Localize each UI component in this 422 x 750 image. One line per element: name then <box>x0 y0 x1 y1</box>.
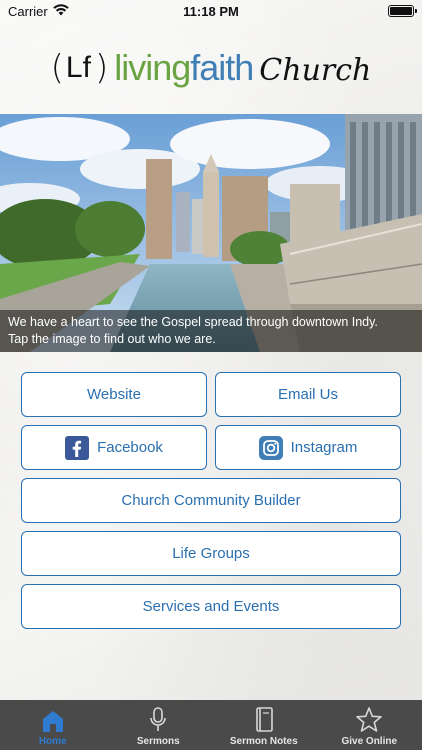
email-us-button[interactable]: Email Us <box>215 372 401 417</box>
facebook-icon <box>65 435 90 460</box>
status-bar: Carrier 11:18 PM <box>0 0 422 22</box>
microphone-icon <box>150 707 167 731</box>
facebook-button-label: Facebook <box>97 439 163 456</box>
website-button-label: Website <box>87 386 141 403</box>
website-button[interactable]: Website <box>21 372 207 417</box>
tab-sermon-notes-label: Sermon Notes <box>229 736 298 747</box>
tab-sermons[interactable]: Sermons <box>106 700 212 750</box>
tab-give-online-label: Give Online <box>341 736 398 747</box>
battery-icon <box>388 5 417 17</box>
facebook-button[interactable]: Facebook <box>21 425 207 470</box>
church-logo: ( Lf ) living faith Church <box>0 38 422 98</box>
logo-living: living <box>114 47 191 88</box>
status-time: 11:18 PM <box>183 3 239 19</box>
star-icon <box>356 707 383 732</box>
email-us-button-label: Email Us <box>277 386 338 403</box>
life-groups-label: Life Groups <box>172 545 250 562</box>
battery-fill <box>390 7 412 15</box>
logo-paren-close: ) <box>94 48 108 88</box>
tab-home-label: Home <box>38 736 67 747</box>
tab-bar: Home Sermons Sermon Notes Give Online <box>0 700 422 750</box>
tab-home[interactable]: Home <box>0 700 106 750</box>
hero-image[interactable]: We have a heart to see the Gospel spread… <box>0 114 422 352</box>
logo-church: Church <box>259 53 372 88</box>
life-groups-button[interactable]: Life Groups <box>21 531 401 576</box>
home-icon <box>42 711 63 732</box>
hero-caption: We have a heart to see the Gospel spread… <box>0 310 422 352</box>
tab-sermons-label: Sermons <box>136 736 180 747</box>
logo-faith: faith <box>190 47 254 88</box>
instagram-button-label: Instagram <box>290 439 358 456</box>
tab-give-online[interactable]: Give Online <box>317 700 422 750</box>
church-community-builder-button[interactable]: Church Community Builder <box>21 478 401 523</box>
logo-paren-open: ( <box>50 48 64 88</box>
hero-caption-line1: We have a heart to see the Gospel spread… <box>8 315 378 329</box>
tab-sermon-notes[interactable]: Sermon Notes <box>211 700 317 750</box>
hero-caption-line2: Tap the image to find out who we are. <box>8 332 216 346</box>
instagram-button[interactable]: Instagram <box>215 425 401 470</box>
services-and-events-label: Services and Events <box>142 598 280 615</box>
book-icon <box>255 707 273 732</box>
instagram-icon <box>258 435 283 460</box>
services-and-events-button[interactable]: Services and Events <box>21 584 401 629</box>
logo-lf: Lf <box>65 51 91 84</box>
church-community-builder-label: Church Community Builder <box>121 492 301 509</box>
